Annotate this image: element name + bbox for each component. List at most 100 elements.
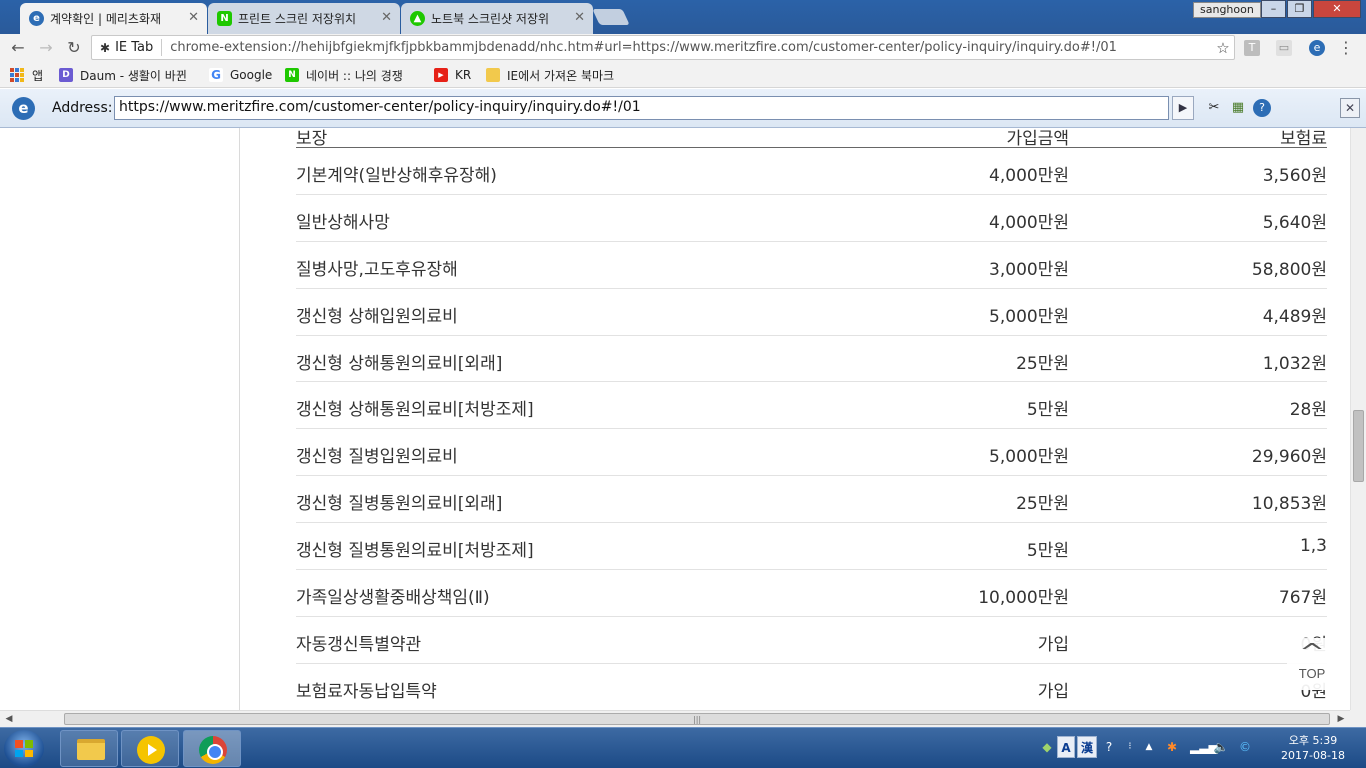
windows-logo-icon (15, 740, 33, 757)
browser-tab-strip: e 계약확인 | 메리츠화재 ✕ N 프린트 스크린 저장위치 ✕ ▲ 노트북 … (0, 0, 1366, 34)
compatibility-icon[interactable]: ▦ (1229, 99, 1247, 117)
horizontal-scroll-thumb[interactable]: ||| (64, 713, 1330, 725)
browser-toolbar: ← → ↻ ✱ IE Tab chrome-extension://hehijb… (0, 34, 1366, 62)
scroll-left-arrow-icon[interactable]: ◀ (2, 711, 16, 727)
premium-cell: 5,640원 (1262, 212, 1327, 233)
omnibox-url[interactable]: chrome-extension://hehijbfgiekmjfkfjpbkb… (162, 40, 1212, 55)
amount-cell: 가입 (1037, 634, 1069, 655)
ime-options-icon[interactable]: ⁝ (1123, 736, 1137, 758)
volume-icon[interactable]: 🔈 (1213, 736, 1229, 758)
horizontal-scrollbar[interactable]: ◀ ||| ▶ (0, 710, 1350, 727)
signal-icon[interactable]: ▂▃▅ (1190, 736, 1218, 758)
close-icon[interactable]: ✕ (188, 10, 199, 25)
address-label: Address: (52, 100, 113, 116)
ie-logo-icon: e (12, 97, 35, 120)
coverage-cell: 갱신형 질병통원의료비[외래] (296, 494, 503, 515)
network-shield-icon[interactable]: ◆ (1040, 736, 1054, 758)
amount-cell: 4,000만원 (989, 166, 1069, 186)
scroll-to-top-button[interactable]: ^ TOP (1287, 638, 1337, 690)
vertical-scroll-thumb[interactable] (1353, 410, 1364, 482)
extension-cast-icon[interactable]: ▭ (1276, 40, 1292, 56)
premium-cell: 29,960원 (1251, 447, 1327, 468)
omnibox[interactable]: ✱ IE Tab chrome-extension://hehijbfgiekm… (91, 35, 1235, 60)
table-row: 기본계약(일반상해후유장해) 4,000만원 3,560원 (296, 148, 1327, 195)
ime-hanja-button[interactable]: 漢 (1077, 736, 1097, 758)
system-clock[interactable]: 오후 5:39 2017-08-18 (1268, 733, 1358, 763)
header-amount: 가입금액 (1006, 129, 1069, 149)
clock-time: 오후 5:39 (1288, 734, 1338, 747)
utility-c-icon[interactable]: © (1236, 736, 1254, 758)
puzzle-icon: ✱ (100, 40, 111, 55)
bookmarks-bar: 앱 D Daum - 생활이 바뀐 G Google N 네이버 :: 나의 경… (0, 62, 1366, 88)
amount-cell: 10,000만원 (978, 588, 1069, 609)
back-arrow-icon[interactable]: ← (8, 38, 28, 58)
minimize-button[interactable]: – (1261, 0, 1286, 18)
coverage-cell: 일반상해사망 (296, 212, 390, 233)
bookmark-naver[interactable]: N 네이버 :: 나의 경쟁 (285, 66, 403, 84)
ie-tab-extension-icon[interactable]: e (1309, 40, 1325, 56)
tab-notebook-screenshot[interactable]: ▲ 노트북 스크린샷 저장위 ✕ (401, 3, 593, 34)
taskbar-media-player[interactable] (121, 730, 179, 767)
table-row: 가족일상생활중배상책임(Ⅱ) 10,000만원 767원 (296, 570, 1327, 617)
ie-tab-icon: e (29, 11, 44, 26)
avast-icon[interactable]: ✱ (1163, 736, 1181, 758)
tools-icon[interactable]: ✂ (1205, 99, 1223, 117)
extension-t-icon[interactable]: T (1244, 40, 1260, 56)
desktop: e 계약확인 | 메리츠화재 ✕ N 프린트 스크린 저장위치 ✕ ▲ 노트북 … (0, 0, 1366, 768)
vertical-scrollbar[interactable] (1350, 128, 1366, 710)
bookmark-kr[interactable]: ▶ KR (434, 66, 471, 84)
omnibox-extension-chip[interactable]: ✱ IE Tab (92, 39, 163, 56)
bookmark-star-icon[interactable]: ☆ (1212, 39, 1234, 57)
coverage-table: 보장 가입금액 보험료 기본계약(일반상해후유장해) 4,000만원 3,560원 일… (296, 128, 1327, 710)
ie-address-input[interactable]: https://www.meritzfire.com/customer-cent… (114, 96, 1169, 120)
help-icon[interactable]: ? (1253, 99, 1271, 117)
daum-icon: D (59, 68, 73, 82)
tab-title: 프린트 스크린 저장위치 (238, 12, 357, 26)
ime-a-button[interactable]: A (1057, 736, 1075, 758)
ie-bar-close-button[interactable]: ✕ (1340, 98, 1360, 118)
chrome-menu-icon[interactable]: ⋮ (1338, 40, 1354, 56)
table-row: 갱신형 상해입원의료비 5,000만원 4,489원 (296, 289, 1327, 336)
amount-cell: 4,000만원 (989, 212, 1069, 233)
premium-cell: 3,560원 (1262, 166, 1327, 186)
premium-cell: 1,3 (1299, 536, 1327, 557)
premium-cell: 10,853원 (1251, 494, 1327, 515)
go-button[interactable]: ▶ (1172, 96, 1194, 120)
help-icon[interactable]: ? (1101, 736, 1117, 758)
table-row: 갱신형 상해통원의료비[처방조제] 5만원 28원 (296, 382, 1327, 430)
premium-cell: 1,032원 (1262, 353, 1327, 374)
bookmark-folder-ie[interactable]: IE에서 가져온 북마크 (486, 66, 614, 84)
amount-cell: 25만원 (1016, 353, 1069, 374)
chrome-icon (199, 736, 227, 764)
tab-meritz[interactable]: e 계약확인 | 메리츠화재 ✕ (20, 3, 207, 34)
window-close-button[interactable]: ✕ (1313, 0, 1361, 18)
taskbar-explorer[interactable] (60, 730, 118, 767)
close-icon[interactable]: ✕ (381, 10, 392, 25)
show-hidden-icons[interactable]: ▲ (1143, 736, 1155, 758)
table-header: 보장 가입금액 보험료 (296, 128, 1327, 149)
maximize-button[interactable]: ❐ (1287, 0, 1312, 18)
youtube-icon: ▶ (434, 68, 448, 82)
close-icon[interactable]: ✕ (574, 10, 585, 25)
bookmark-daum[interactable]: D Daum - 생활이 바뀐 (59, 66, 187, 84)
coverage-cell: 갱신형 상해입원의료비 (296, 306, 458, 327)
amount-cell: 3,000만원 (989, 259, 1069, 280)
bookmark-apps[interactable]: 앱 (10, 66, 43, 84)
extension-label: IE Tab (115, 40, 154, 55)
profile-user-badge[interactable]: sanghoon (1193, 2, 1261, 18)
tab-print-screen[interactable]: N 프린트 스크린 저장위치 ✕ (208, 3, 400, 34)
coverage-cell: 질병사망,고도후유장해 (296, 259, 458, 280)
bookmark-google[interactable]: G Google (209, 66, 272, 84)
table-row: 갱신형 질병통원의료비[처방조제] 5만원 1,3 (296, 523, 1327, 571)
coverage-cell: 갱신형 상해통원의료비[처방조제] (296, 400, 534, 421)
reload-icon[interactable]: ↻ (64, 38, 84, 58)
premium-cell: 58,800원 (1251, 259, 1327, 280)
bookmark-label: KR (455, 68, 472, 82)
start-button[interactable] (4, 730, 44, 767)
new-tab-button[interactable] (592, 9, 630, 25)
taskbar-chrome[interactable] (183, 730, 241, 767)
forward-arrow-icon[interactable]: → (36, 38, 56, 58)
bookmark-label: IE에서 가져온 북마크 (507, 68, 615, 83)
amount-cell: 가입 (1037, 681, 1069, 702)
scroll-right-arrow-icon[interactable]: ▶ (1334, 711, 1348, 727)
